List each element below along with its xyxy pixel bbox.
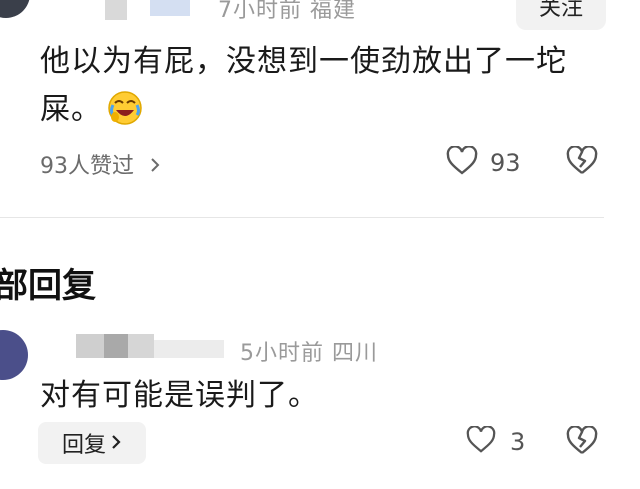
likes-summary[interactable]: 93人赞过 <box>40 148 161 180</box>
heart-icon <box>466 425 496 458</box>
like-count: 3 <box>510 428 526 456</box>
username-redacted <box>105 0 127 20</box>
chevron-right-icon <box>110 431 122 456</box>
divider <box>0 217 604 218</box>
dislike-button[interactable] <box>566 145 598 180</box>
like-count: 93 <box>490 149 521 177</box>
likes-summary-text: 93人赞过 <box>40 154 134 179</box>
follow-button[interactable]: 关注 <box>516 0 606 30</box>
dislike-button[interactable] <box>566 425 598 460</box>
username-redacted <box>154 340 224 358</box>
avatar[interactable] <box>0 0 30 18</box>
section-title: 部回复 <box>0 266 96 306</box>
heart-icon <box>446 145 478 180</box>
comment-text: 他以为有屁，没想到一使劲放出了一坨屎。 <box>40 38 600 134</box>
chevron-right-icon <box>149 154 161 179</box>
like-button[interactable]: 93 <box>446 145 521 180</box>
reply-button[interactable]: 回复 <box>38 422 146 464</box>
username-redacted <box>128 334 154 358</box>
follow-label: 关注 <box>538 0 583 21</box>
broken-heart-icon <box>566 145 598 180</box>
broken-heart-icon <box>566 425 598 460</box>
username-redacted <box>104 334 128 358</box>
comment-meta: 7小时前 福建 <box>218 0 356 23</box>
user-badge <box>150 0 190 16</box>
reply-meta: 5小时前 四川 <box>240 341 378 366</box>
reply-label: 回复 <box>61 433 106 458</box>
username-redacted <box>76 334 104 358</box>
laughing-crying-emoji-icon <box>106 89 144 127</box>
avatar[interactable] <box>0 330 28 380</box>
like-button[interactable]: 3 <box>466 425 526 458</box>
reply-text: 对有可能是误判了。 <box>40 378 319 413</box>
